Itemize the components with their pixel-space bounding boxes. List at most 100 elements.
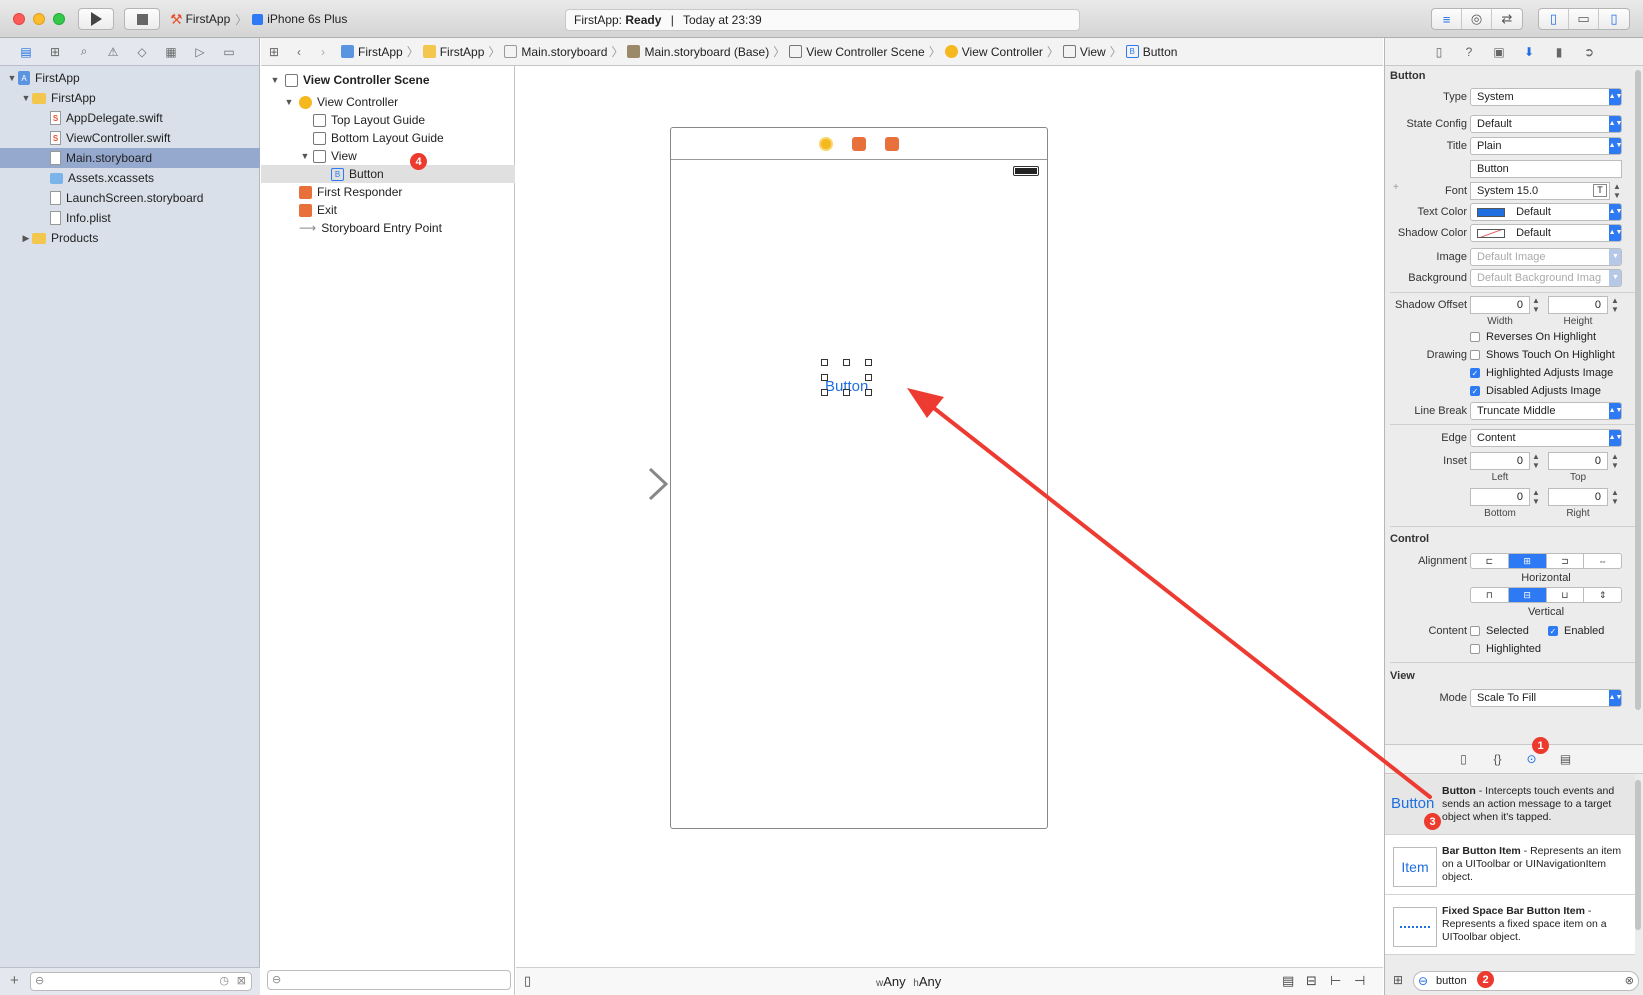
stepper-icon[interactable]: ▲ ▼ (1613, 182, 1621, 200)
resize-handle[interactable] (821, 359, 828, 366)
navigator-toggle-icon[interactable]: ▯ (1539, 9, 1569, 29)
disabled-adjusts-checkbox[interactable]: ✓ Disabled Adjusts Image (1470, 385, 1601, 397)
version-editor-icon[interactable]: ⇄ (1492, 9, 1522, 29)
entry-point-arrow[interactable] (576, 466, 672, 502)
nav-item-assets[interactable]: Assets.xcassets (0, 168, 260, 188)
outline-scene[interactable]: ▼ View Controller Scene (261, 71, 515, 89)
vertical-alignment-control[interactable]: ⊓ ⊟ ⊔ ⇕ (1470, 587, 1622, 603)
inspector-scrollbar[interactable] (1635, 70, 1641, 710)
pin-icon[interactable]: ⊢ (1330, 973, 1341, 989)
outline-button[interactable]: B Button (261, 165, 515, 183)
align-center-icon[interactable]: ⊞ (1508, 554, 1547, 568)
outline-first-responder[interactable]: First Responder (261, 183, 515, 201)
inset-top-field[interactable]: 0 (1548, 452, 1608, 470)
disclosure-open-icon[interactable]: ▼ (6, 73, 18, 83)
outline-toggle-icon[interactable]: ▯ (524, 973, 531, 989)
outline-entry-point[interactable]: ⟶ Storyboard Entry Point (261, 219, 515, 237)
run-button[interactable] (78, 8, 114, 30)
assistant-editor-icon[interactable]: ◎ (1462, 9, 1492, 29)
outline-top-guide[interactable]: Top Layout Guide (261, 111, 515, 129)
breadcrumb-button[interactable]: B Button (1125, 45, 1177, 59)
report-icon[interactable]: ▭ (221, 45, 237, 59)
attributes-inspector-icon[interactable]: ⬇ (1521, 45, 1537, 59)
text-color-popup[interactable]: Default ▲▼ (1470, 203, 1622, 221)
type-popup[interactable]: System ▲▼ (1470, 88, 1622, 106)
navigator-filter-input[interactable]: ⊖ ◷ ⊠ (30, 972, 252, 991)
utilities-toggle-icon[interactable]: ▯ (1599, 9, 1629, 29)
selected-checkbox[interactable]: Selected (1470, 625, 1529, 637)
outline-view-controller[interactable]: ▼ View Controller (261, 93, 515, 111)
checkmark-icon[interactable]: ✓ (1470, 368, 1480, 378)
storyboard-canvas[interactable]: Button ▯ wAny hAny ▤ ⊟ ⊢ ⊣ (516, 66, 1383, 995)
view-toggle-control[interactable]: ▯ ▭ ▯ (1538, 8, 1630, 30)
checkbox-box[interactable] (1470, 332, 1480, 342)
clear-search-icon[interactable]: ⊗ (1625, 972, 1634, 990)
stepper-icon[interactable]: ▲ ▼ (1611, 452, 1619, 470)
outline-filter-input[interactable]: ⊖ (267, 970, 511, 990)
size-inspector-icon[interactable]: ▮ (1551, 45, 1567, 59)
breakpoint-icon[interactable]: ▷ (192, 45, 208, 59)
inset-bottom-field[interactable]: 0 (1470, 488, 1530, 506)
title-text-field[interactable]: Button (1470, 160, 1622, 178)
nav-item-launchscreen[interactable]: LaunchScreen.storyboard (0, 188, 260, 208)
stepper-icon[interactable]: ▲ ▼ (1611, 488, 1619, 506)
standard-editor-icon[interactable]: ≡ (1432, 9, 1462, 29)
related-items-icon[interactable]: ⊞ (261, 45, 287, 59)
shadow-color-popup[interactable]: Default ▲▼ (1470, 224, 1622, 242)
debug-toggle-icon[interactable]: ▭ (1569, 9, 1599, 29)
checkmark-icon[interactable]: ✓ (1470, 386, 1480, 396)
grid-view-icon[interactable]: ⊞ (1393, 973, 1403, 987)
library-scrollbar[interactable] (1635, 780, 1641, 930)
font-picker-icon[interactable]: T (1593, 184, 1607, 197)
file-inspector-icon[interactable]: ▯ (1431, 45, 1447, 59)
zoom-window-button[interactable] (53, 13, 65, 25)
debug-icon[interactable]: ▦ (163, 45, 179, 59)
help-inspector-icon[interactable]: ? (1461, 45, 1477, 59)
exit-icon[interactable] (885, 136, 899, 151)
align-icon[interactable]: ⊟ (1306, 973, 1317, 989)
editor-mode-control[interactable]: ≡ ◎ ⇄ (1431, 8, 1523, 30)
font-field[interactable]: System 15.0 T (1470, 182, 1610, 200)
scheme-selector[interactable]: ⚒ FirstApp 〉 iPhone 6s Plus (170, 9, 347, 29)
checkbox-box[interactable] (1470, 350, 1480, 360)
horizontal-alignment-control[interactable]: ⊏ ⊞ ⊐ ⇔ (1470, 553, 1622, 569)
align-right-icon[interactable]: ⊐ (1547, 554, 1585, 568)
nav-item-group-firstapp[interactable]: ▼ FirstApp (0, 88, 260, 108)
nav-item-infoplist[interactable]: Info.plist (0, 208, 260, 228)
mode-popup[interactable]: Scale To Fill ▲▼ (1470, 689, 1622, 707)
resize-handle[interactable] (865, 389, 872, 396)
breadcrumb-view[interactable]: View (1062, 45, 1106, 59)
breadcrumb-view-controller[interactable]: View Controller (944, 45, 1043, 59)
breadcrumb-base[interactable]: Main.storyboard (Base) (627, 45, 769, 59)
library-item-fixed-space[interactable]: Fixed Space Bar Button Item - Represents… (1385, 895, 1635, 955)
nav-item-main-storyboard[interactable]: Main.storyboard (0, 148, 260, 168)
title-popup[interactable]: Plain ▲▼ (1470, 137, 1622, 155)
library-search-input[interactable]: ⊖ button ⊗ (1413, 971, 1639, 991)
warning-icon[interactable]: ⚠ (105, 45, 121, 59)
resolve-icon[interactable]: ⊣ (1354, 973, 1365, 989)
background-popup[interactable]: Default Background Imag ▼ (1470, 269, 1622, 287)
forward-icon[interactable]: › (311, 45, 335, 59)
inset-left-field[interactable]: 0 (1470, 452, 1530, 470)
align-vfill-icon[interactable]: ⇕ (1584, 588, 1621, 602)
breadcrumb-group[interactable]: FirstApp (422, 45, 484, 59)
stack-icon[interactable]: ▤ (1282, 973, 1294, 989)
nav-item-products[interactable]: ▶ Products (0, 228, 260, 248)
library-item-bar-button[interactable]: Item Bar Button Item - Represents an ite… (1385, 835, 1635, 895)
nav-item-viewcontroller[interactable]: S ViewController.swift (0, 128, 260, 148)
size-class-control[interactable]: wAny hAny (876, 974, 941, 989)
object-library-icon[interactable]: ⊙ (1524, 752, 1540, 766)
breadcrumb-project[interactable]: FirstApp (341, 45, 403, 59)
resize-handle[interactable] (821, 389, 828, 396)
highlighted-checkbox[interactable]: Highlighted (1470, 643, 1541, 655)
library-item-button[interactable]: Button Button - Intercepts touch events … (1385, 775, 1635, 835)
view-controller-icon[interactable] (819, 136, 833, 151)
disclosure-open-icon[interactable]: ▼ (269, 75, 281, 85)
add-icon[interactable]: + (10, 972, 19, 989)
checkmark-icon[interactable]: ✓ (1548, 626, 1558, 636)
close-window-button[interactable] (13, 13, 25, 25)
edge-popup[interactable]: Content ▲▼ (1470, 429, 1622, 447)
checkbox-box[interactable] (1470, 644, 1480, 654)
disclosure-open-icon[interactable]: ▼ (283, 97, 295, 107)
stepper-icon[interactable]: ▲ ▼ (1532, 296, 1540, 314)
